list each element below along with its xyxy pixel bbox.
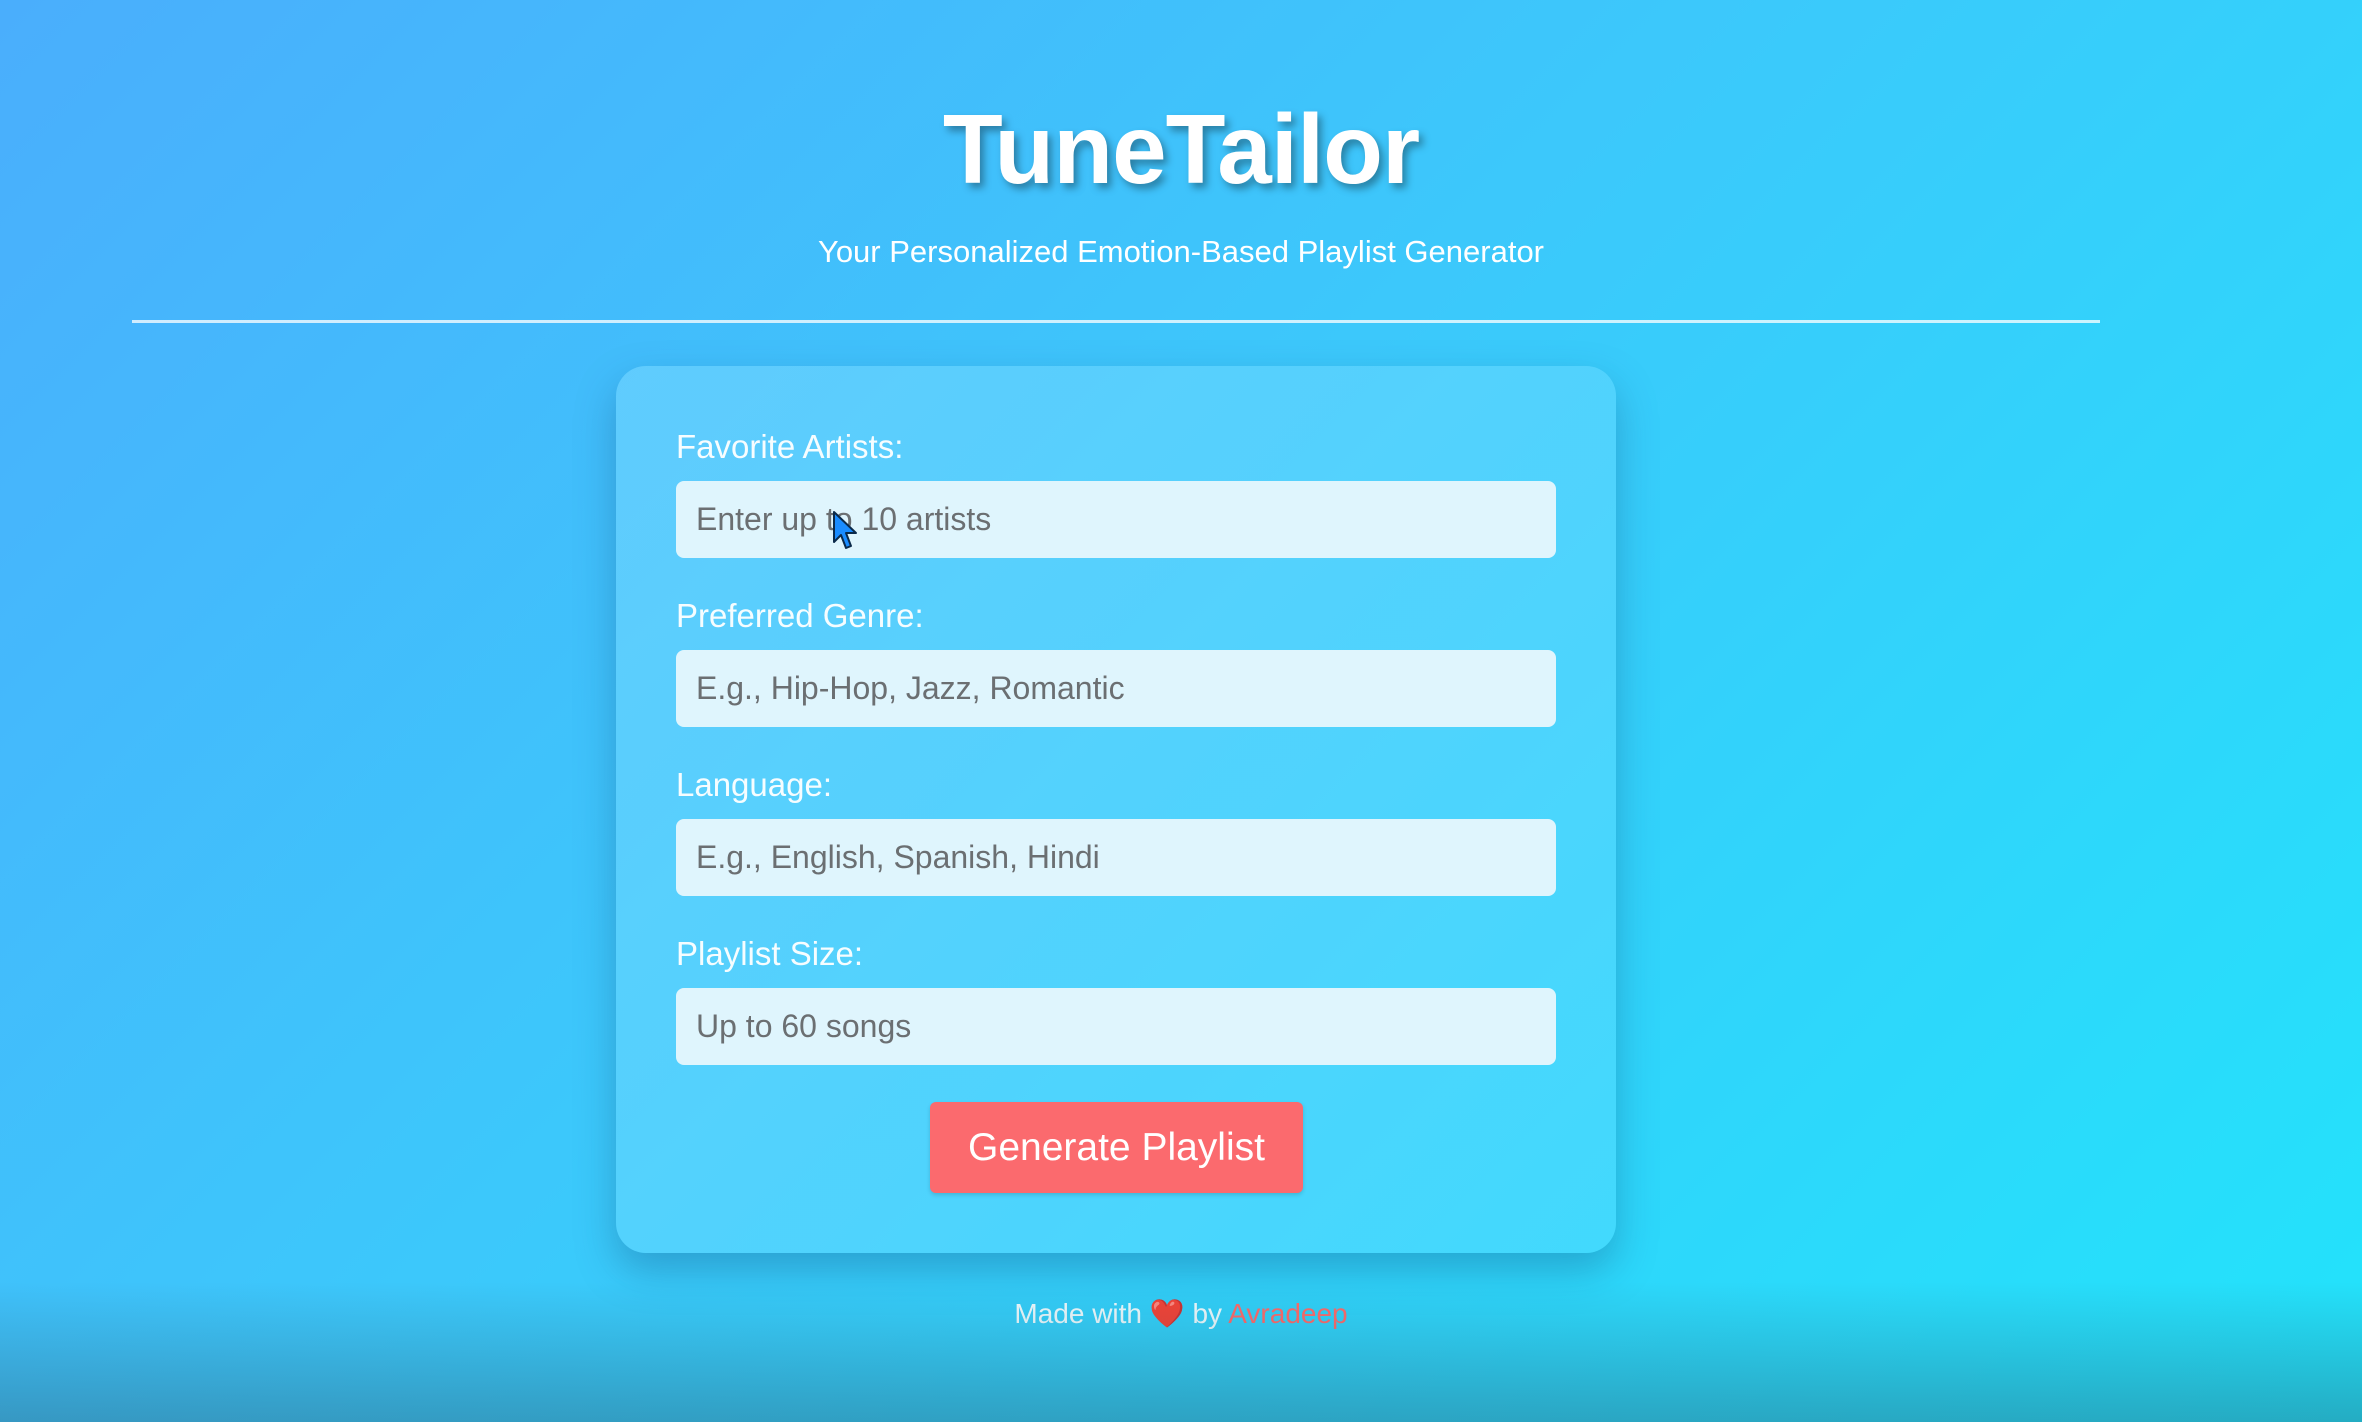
app-subtitle: Your Personalized Emotion-Based Playlist…: [817, 234, 1545, 269]
favorite-artists-field: Favorite Artists:: [676, 430, 1556, 558]
preferred-genre-label: Preferred Genre:: [676, 597, 924, 634]
favorite-artists-input[interactable]: [676, 481, 1556, 558]
header: TuneTailor Your Personalized Emotion-Bas…: [0, 100, 2362, 267]
playlist-size-label: Playlist Size:: [676, 935, 864, 972]
preferred-genre-input[interactable]: [676, 650, 1556, 727]
generate-playlist-button[interactable]: Generate Playlist: [930, 1102, 1303, 1193]
footer-prefix: Made with: [1014, 1298, 1142, 1329]
playlist-size-input[interactable]: [676, 988, 1556, 1065]
mouse-pointer-icon: [833, 511, 857, 549]
page: { "header": { "title": "TuneTailor", "su…: [0, 0, 2362, 1422]
heart-icon: ❤️: [1149, 1298, 1185, 1329]
header-divider: [132, 320, 2100, 323]
language-label: Language:: [676, 766, 832, 803]
footer-by: by: [1192, 1298, 1223, 1329]
playlist-form-card: Favorite Artists: Preferred Genre: Langu…: [616, 366, 1616, 1253]
playlist-size-field: Playlist Size:: [676, 937, 1556, 1065]
author-link[interactable]: Avradeep: [1228, 1298, 1347, 1329]
preferred-genre-field: Preferred Genre:: [676, 599, 1556, 727]
language-input[interactable]: [676, 819, 1556, 896]
language-field: Language:: [676, 768, 1556, 896]
favorite-artists-label: Favorite Artists:: [676, 428, 904, 465]
app-title: TuneTailor: [942, 94, 1420, 204]
footer: Made with ❤️ by Avradeep: [0, 1297, 2362, 1330]
